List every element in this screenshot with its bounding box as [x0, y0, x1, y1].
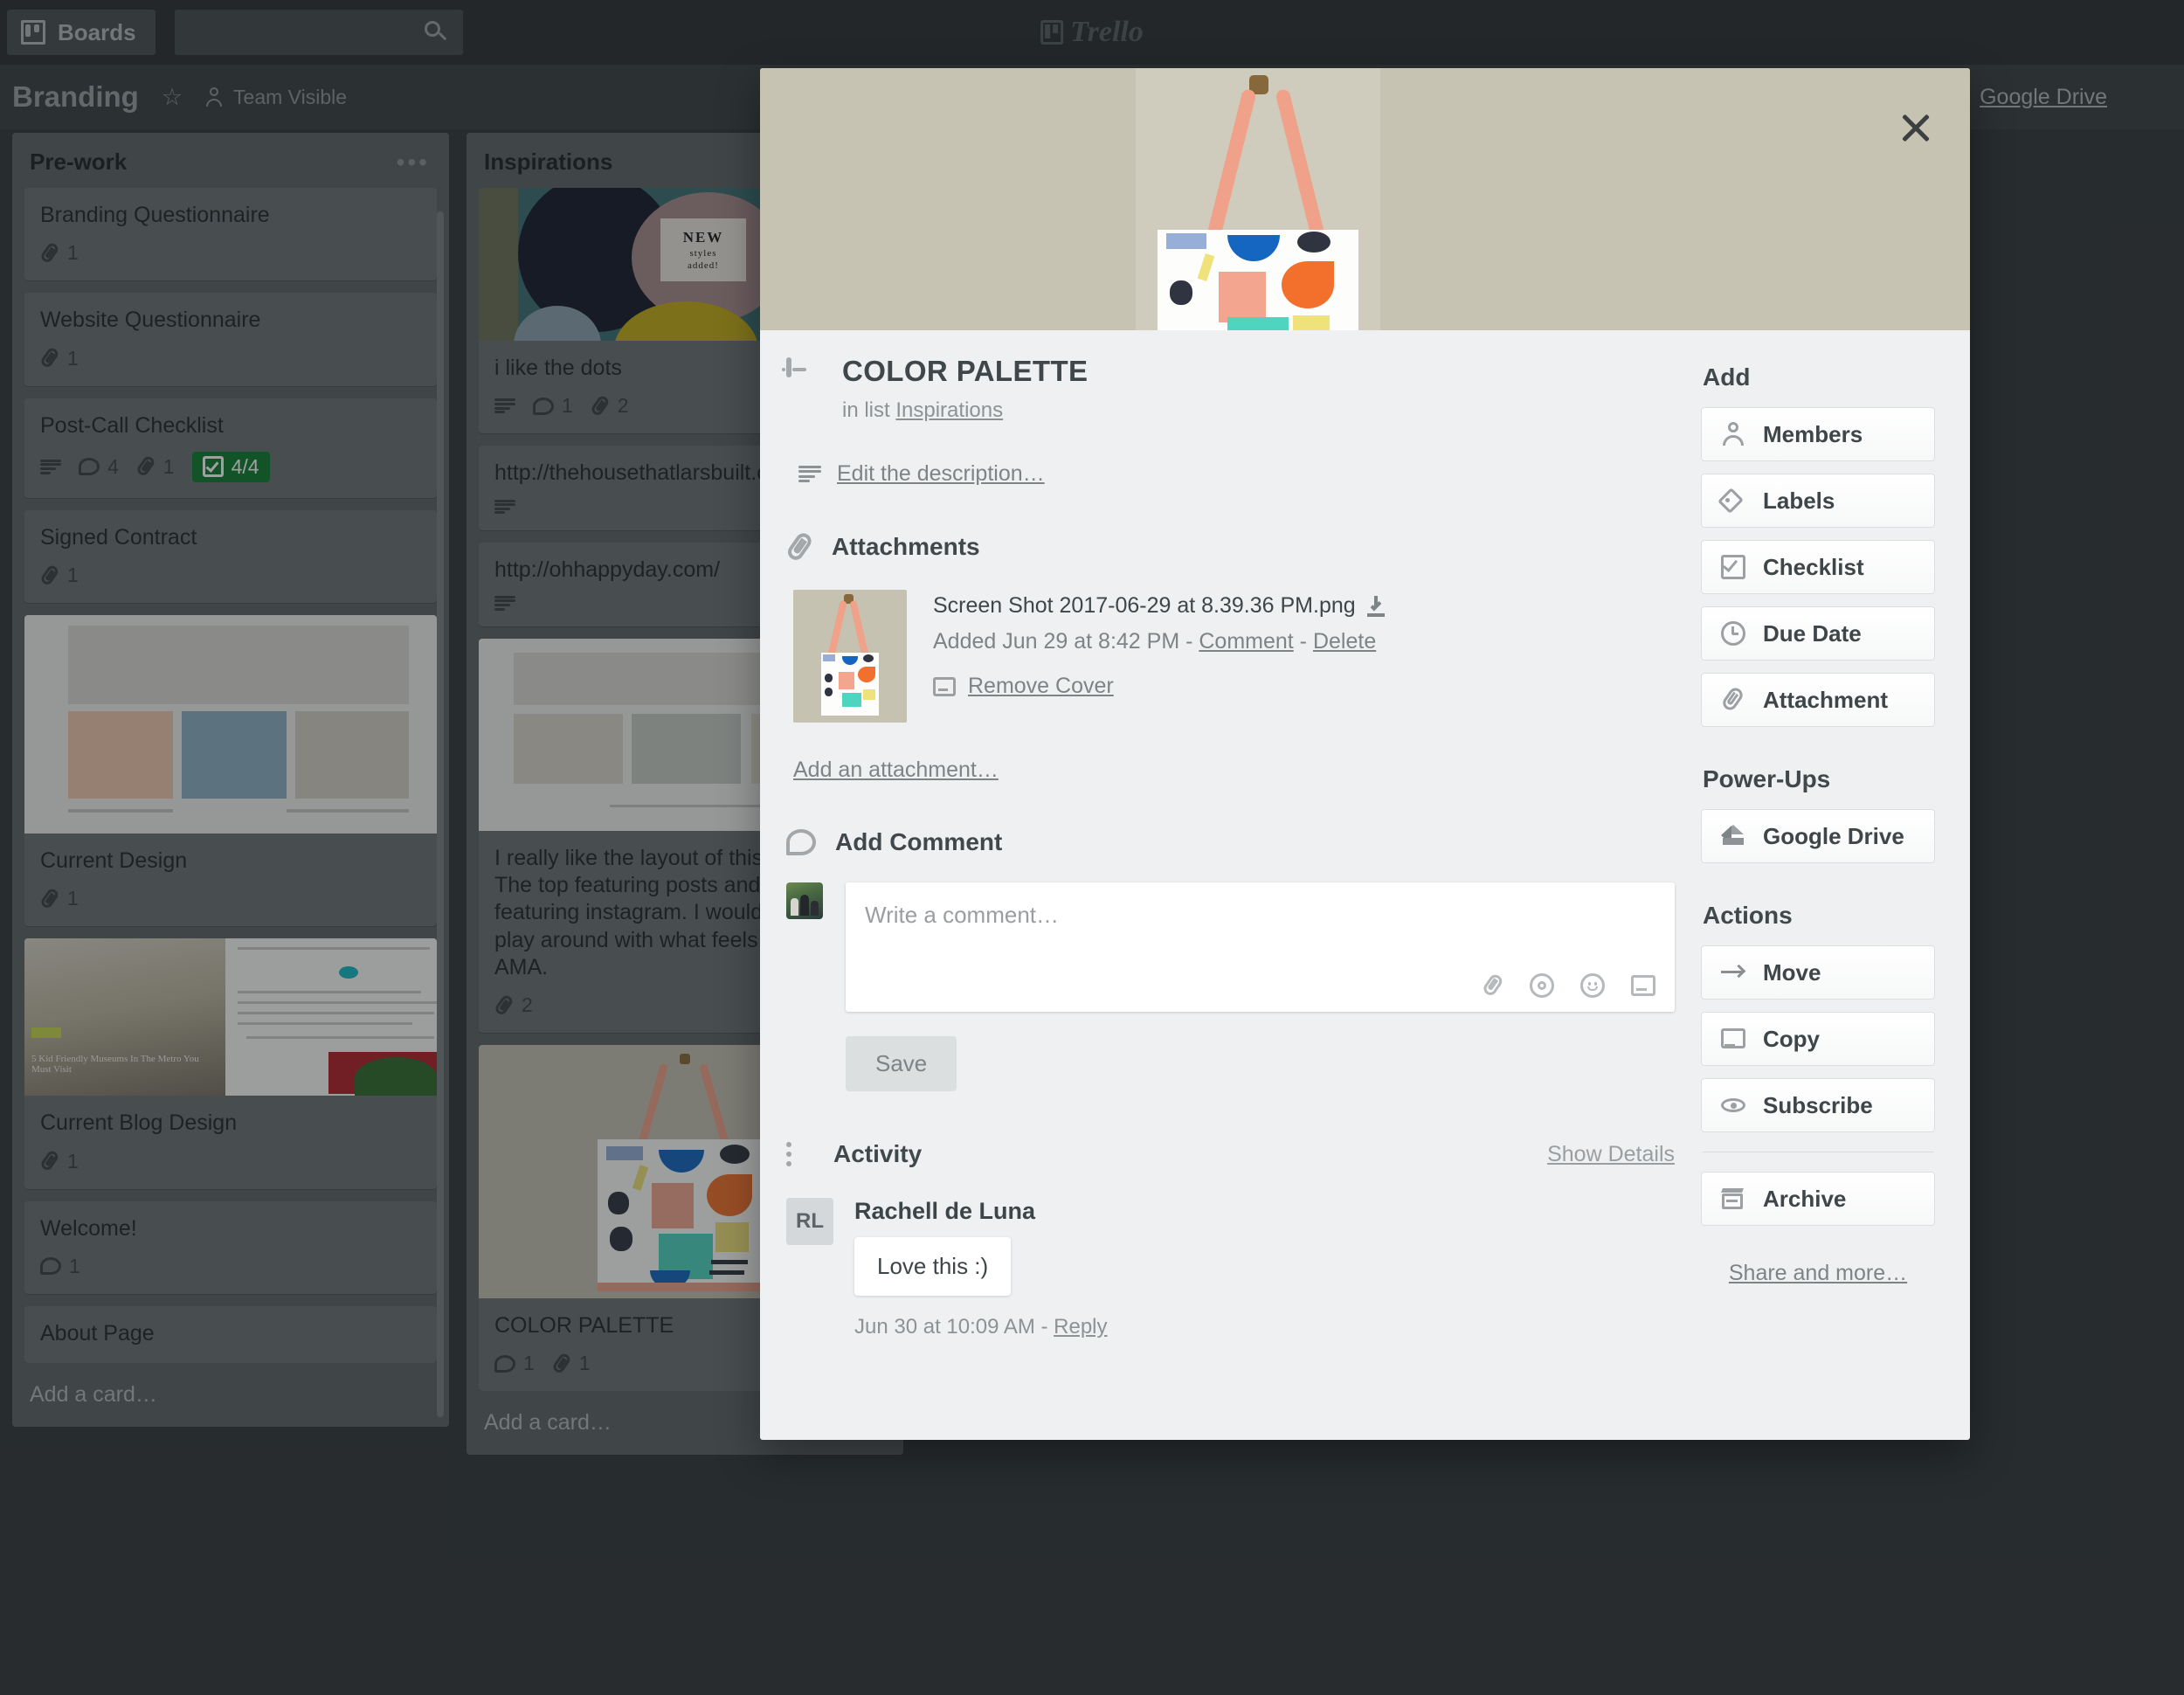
- activity-icon: [786, 1142, 814, 1166]
- sidebar-due-date-button[interactable]: Due Date: [1701, 606, 1935, 661]
- save-comment-button[interactable]: Save: [846, 1036, 957, 1091]
- avatar: [786, 882, 823, 919]
- activity-author-name[interactable]: Rachell de Luna: [854, 1198, 1108, 1225]
- sidebar-button-label: Google Drive: [1763, 822, 1904, 849]
- card-title[interactable]: COLOR PALETTE: [842, 355, 1088, 388]
- activity-comment-item: RL Rachell de Luna Love this :) Jun 30 a…: [786, 1198, 1675, 1339]
- sidebar-checklist-button[interactable]: Checklist: [1701, 540, 1935, 594]
- sidebar-button-label: Checklist: [1763, 553, 1864, 580]
- attachments-section: Attachments Screen Shot 2017-06-29 at 8.…: [784, 529, 1675, 783]
- label-icon: [1717, 488, 1745, 514]
- attachment-filename-row: Screen Shot 2017-06-29 at 8.39.36 PM.png: [933, 593, 1386, 619]
- card-detail-sidebar: Add Members Labels Checklist Due Date At…: [1701, 355, 1935, 1339]
- close-icon[interactable]: [1893, 105, 1939, 150]
- description-icon: [798, 466, 821, 482]
- eye-icon: [1721, 1093, 1745, 1117]
- sidebar-button-label: Attachment: [1763, 686, 1889, 713]
- activity-timestamp-row: Jun 30 at 10:09 AM - Reply: [854, 1315, 1108, 1339]
- arrow-right-icon: [1721, 960, 1746, 985]
- sidebar-button-label: Members: [1763, 420, 1863, 447]
- activity-reply-link[interactable]: Reply: [1054, 1315, 1107, 1339]
- attachment-thumbnail[interactable]: [793, 590, 907, 723]
- card-cover-banner: [760, 68, 1970, 330]
- cover-icon: [933, 676, 956, 696]
- attachment-item: Screen Shot 2017-06-29 at 8.39.36 PM.png…: [786, 590, 1675, 723]
- download-icon[interactable]: [1366, 595, 1386, 617]
- sidebar-button-label: Copy: [1763, 1025, 1820, 1052]
- sidebar-button-label: Move: [1763, 958, 1821, 986]
- attachments-heading: Attachments: [832, 533, 980, 560]
- sidebar-button-label: Archive: [1763, 1185, 1847, 1212]
- sidebar-archive-button[interactable]: Archive: [1701, 1172, 1935, 1226]
- attachment-comment-link[interactable]: Comment: [1199, 629, 1293, 654]
- paperclip-icon: [1717, 683, 1751, 717]
- avatar-initials: RL: [786, 1198, 833, 1245]
- mention-icon[interactable]: [1530, 973, 1554, 998]
- attachment-delete-link[interactable]: Delete: [1313, 629, 1376, 654]
- in-list-link[interactable]: Inspirations: [895, 398, 1003, 422]
- attachment-added-text: Added Jun 29 at 8:42 PM -: [933, 629, 1199, 654]
- sidebar-add-heading: Add: [1703, 363, 1751, 391]
- card-title-row: COLOR PALETTE in list Inspirations: [782, 355, 1675, 423]
- google-drive-icon: [1721, 824, 1745, 848]
- card-detail-main: COLOR PALETTE in list Inspirations Edit …: [782, 355, 1701, 1339]
- sidebar-powerups-heading: Power-Ups: [1703, 765, 1831, 792]
- edit-description-link[interactable]: Edit the description…: [837, 461, 1045, 487]
- add-comment-heading: Add Comment: [835, 828, 1003, 855]
- sidebar-actions-heading: Actions: [1703, 902, 1793, 929]
- edit-description-row[interactable]: Edit the description…: [786, 461, 1675, 487]
- sidebar-google-drive-button[interactable]: Google Drive: [1701, 809, 1935, 863]
- person-icon: [1721, 422, 1745, 446]
- sidebar-button-label: Subscribe: [1763, 1091, 1873, 1118]
- card-detail-modal: COLOR PALETTE in list Inspirations Edit …: [760, 68, 1970, 1440]
- sidebar-members-button[interactable]: Members: [1701, 407, 1935, 461]
- in-list-prefix: in list: [842, 398, 890, 422]
- emoji-icon[interactable]: [1580, 973, 1605, 998]
- sidebar-copy-button[interactable]: Copy: [1701, 1012, 1935, 1066]
- show-details-link[interactable]: Show Details: [1547, 1142, 1675, 1167]
- sidebar-move-button[interactable]: Move: [1701, 945, 1935, 1000]
- sidebar-button-label: Labels: [1763, 487, 1835, 514]
- remove-cover-row[interactable]: Remove Cover: [933, 674, 1386, 699]
- comment-placeholder: Write a comment…: [865, 902, 1060, 928]
- sidebar-attachment-button[interactable]: Attachment: [1701, 673, 1935, 727]
- checklist-icon: [1721, 555, 1745, 579]
- sidebar-button-label: Due Date: [1763, 619, 1862, 647]
- share-and-more-link[interactable]: Share and more…: [1701, 1261, 1935, 1286]
- activity-heading: Activity: [833, 1140, 923, 1167]
- comment-input[interactable]: Write a comment…: [846, 882, 1675, 1012]
- activity-comment-text: Love this :): [854, 1237, 1012, 1296]
- archive-icon: [1721, 1186, 1745, 1211]
- clock-icon: [1721, 621, 1745, 646]
- attach-file-icon[interactable]: [1478, 970, 1509, 1000]
- sidebar-labels-button[interactable]: Labels: [1701, 474, 1935, 528]
- attachment-meta-row: Added Jun 29 at 8:42 PM - Comment - Dele…: [933, 629, 1386, 654]
- card-list-breadcrumb: in list Inspirations: [842, 398, 1088, 423]
- activity-timestamp: Jun 30 at 10:09 AM -: [854, 1315, 1054, 1339]
- card-icon: [1721, 1027, 1745, 1051]
- paperclip-icon: [780, 527, 819, 566]
- attachment-meta-separator: -: [1293, 629, 1313, 654]
- add-attachment-link[interactable]: Add an attachment…: [786, 758, 1675, 783]
- card-icon: [782, 357, 806, 377]
- sidebar-subscribe-button[interactable]: Subscribe: [1701, 1078, 1935, 1132]
- activity-section: Activity Show Details RL Rachell de Luna…: [786, 1140, 1675, 1339]
- remove-cover-link[interactable]: Remove Cover: [968, 674, 1114, 699]
- card-link-icon[interactable]: [1631, 975, 1655, 996]
- comment-icon: [786, 829, 816, 855]
- add-comment-section: Add Comment Write a comment… Save: [786, 828, 1675, 1091]
- attachment-filename[interactable]: Screen Shot 2017-06-29 at 8.39.36 PM.png: [933, 593, 1356, 619]
